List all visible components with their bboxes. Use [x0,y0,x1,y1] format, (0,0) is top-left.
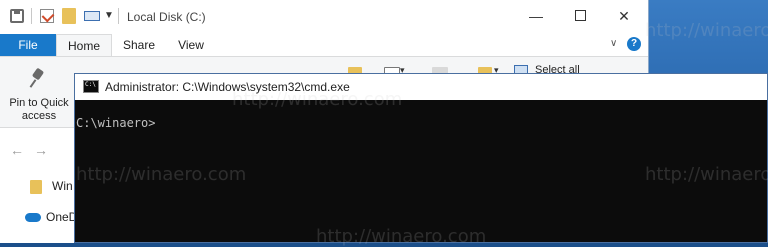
onedrive-cloud-icon [25,213,41,222]
save-icon[interactable] [10,9,24,23]
prompt-text: C:\winaero> [76,116,156,130]
folder-icon [30,180,42,194]
window-title: Local Disk (C:) [127,10,206,24]
help-icon[interactable]: ? [627,37,641,51]
ribbon-tab-bar: File Home Share View ∨ ? [0,34,648,56]
cmd-window-title: Administrator: C:\Windows\system32\cmd.e… [105,80,350,94]
command-prompt-line[interactable]: C:\winaero> [76,116,155,130]
pin-to-quick-access-button[interactable]: Pin to Quick access [4,97,74,123]
tab-home[interactable]: Home [56,34,112,56]
title-divider [118,8,119,24]
forward-arrow-icon[interactable]: → [34,142,48,158]
expand-ribbon-chevron-icon[interactable]: ∨ [610,38,617,49]
command-prompt-window[interactable]: Administrator: C:\Windows\system32\cmd.e… [74,73,768,243]
maximize-icon [574,10,586,21]
tab-view[interactable]: View [166,34,216,56]
minimize-button[interactable]: — [524,6,548,26]
sidebar-item-label: Win [52,179,73,193]
cmd-titlebar[interactable]: Administrator: C:\Windows\system32\cmd.e… [75,74,767,100]
sidebar-item-label: OneD [46,210,78,224]
back-arrow-icon[interactable]: ← [10,142,24,158]
rename-icon[interactable] [84,11,100,21]
customize-toolbar-chevron-icon[interactable]: ▼ [104,10,114,21]
tab-share[interactable]: Share [112,34,166,56]
console-area[interactable]: C:\winaero> [75,100,767,242]
maximize-button[interactable] [568,6,592,26]
close-button[interactable]: ✕ [612,6,636,26]
quick-access-divider [31,8,32,24]
console-icon [83,80,99,93]
tab-file[interactable]: File [0,34,56,56]
new-folder-icon[interactable] [62,8,76,24]
pin-icon[interactable] [28,69,48,89]
properties-icon[interactable] [40,9,54,23]
explorer-titlebar[interactable]: ▼ Local Disk (C:) — ✕ [0,0,648,34]
